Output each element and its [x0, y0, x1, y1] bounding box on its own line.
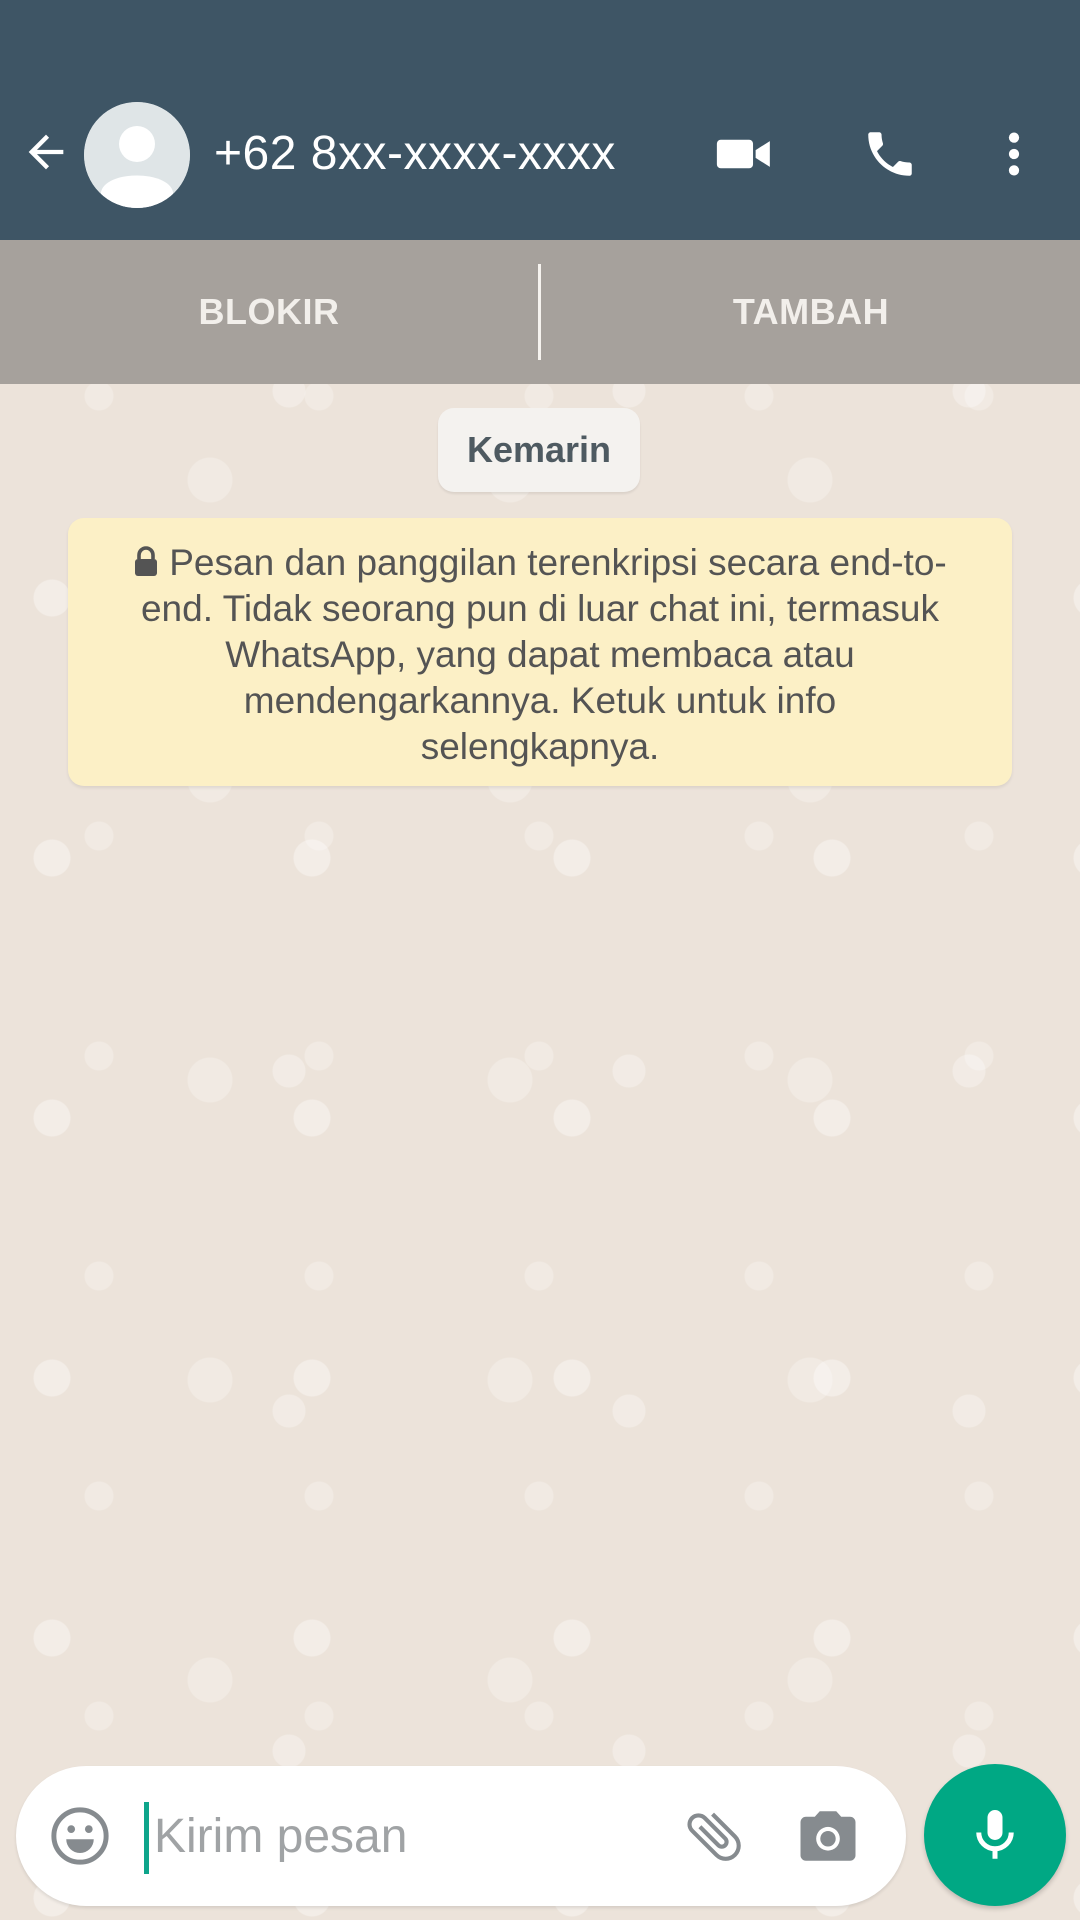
block-button[interactable]: BLOKIR — [0, 240, 538, 384]
default-avatar-icon — [84, 102, 190, 208]
avatar[interactable] — [84, 102, 190, 208]
encryption-notice[interactable]: Pesan dan panggilan terenkripsi secara e… — [68, 518, 1012, 786]
unknown-contact-action-bar: BLOKIR TAMBAH — [0, 240, 1080, 384]
contact-name[interactable]: +62 8xx-xxxx-xxxx — [214, 124, 616, 184]
arrow-left-icon — [28, 134, 64, 170]
camera-button[interactable] — [790, 1798, 866, 1874]
add-contact-button[interactable]: TAMBAH — [542, 240, 1080, 384]
emoji-icon — [51, 1807, 109, 1865]
voice-call-icon — [868, 132, 912, 176]
chat-header: +62 8xx-xxxx-xxxx — [0, 0, 1080, 240]
message-composer — [16, 1766, 906, 1906]
attach-button[interactable] — [676, 1798, 752, 1874]
text-cursor — [144, 1802, 149, 1874]
message-input[interactable] — [140, 1796, 674, 1876]
more-vert-icon — [1008, 132, 1020, 176]
date-chip: Kemarin — [438, 408, 640, 492]
action-divider — [538, 264, 541, 360]
voice-message-button[interactable] — [924, 1764, 1066, 1906]
menu-button[interactable] — [980, 120, 1048, 188]
lock-icon — [135, 546, 158, 576]
camera-icon — [800, 1811, 856, 1861]
paperclip-icon — [687, 1812, 741, 1861]
video-call-icon — [716, 139, 770, 169]
video-call-button[interactable] — [710, 120, 778, 188]
voice-call-button[interactable] — [856, 120, 924, 188]
encryption-notice-text: Pesan dan panggilan terenkripsi secara e… — [140, 542, 947, 767]
microphone-icon — [976, 1810, 1014, 1859]
emoji-button[interactable] — [44, 1800, 116, 1872]
back-button[interactable] — [18, 124, 74, 180]
